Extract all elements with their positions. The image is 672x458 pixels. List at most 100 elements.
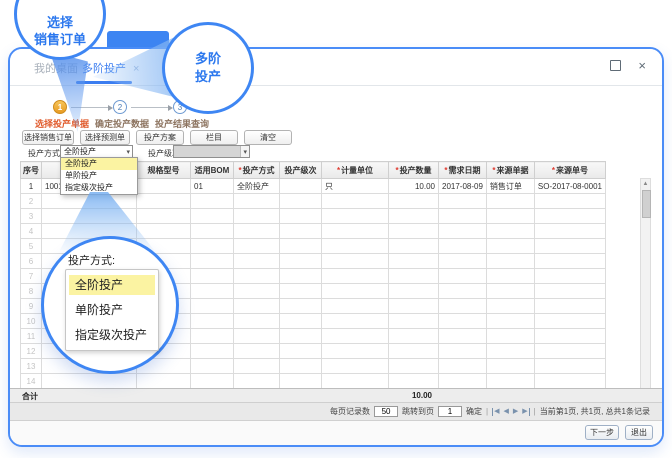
table-cell[interactable]	[534, 374, 605, 389]
table-cell[interactable]	[439, 254, 487, 269]
window-close-icon[interactable]: ×	[638, 61, 646, 71]
select-sales-order-button[interactable]: 选择销售订单	[22, 130, 74, 145]
table-cell[interactable]	[486, 329, 534, 344]
maximize-icon[interactable]	[610, 60, 621, 71]
table-cell[interactable]	[280, 344, 322, 359]
per-page-input[interactable]	[374, 406, 398, 417]
table-cell[interactable]: 10.00	[389, 179, 439, 194]
dropdown-option-single-stage[interactable]: 单阶投产	[61, 170, 137, 182]
table-cell[interactable]	[389, 239, 439, 254]
table-cell[interactable]	[234, 224, 280, 239]
table-cell[interactable]	[389, 254, 439, 269]
table-cell[interactable]	[486, 344, 534, 359]
table-cell[interactable]	[439, 224, 487, 239]
exit-button[interactable]: 退出	[625, 425, 653, 440]
table-cell[interactable]	[389, 194, 439, 209]
column-header[interactable]: *需求日期	[439, 162, 487, 179]
table-cell[interactable]	[439, 269, 487, 284]
table-cell[interactable]	[234, 254, 280, 269]
table-cell[interactable]	[137, 224, 191, 239]
table-cell[interactable]	[42, 374, 137, 389]
table-cell[interactable]: SO-2017-08-0001	[534, 179, 605, 194]
table-cell[interactable]	[137, 209, 191, 224]
table-cell[interactable]	[280, 239, 322, 254]
table-cell[interactable]	[191, 239, 234, 254]
table-cell[interactable]	[389, 374, 439, 389]
table-cell[interactable]: 8	[21, 284, 42, 299]
table-row-empty[interactable]: 14	[21, 374, 606, 389]
table-cell[interactable]	[534, 239, 605, 254]
table-cell[interactable]: 1	[21, 179, 42, 194]
table-cell[interactable]: 销售订单	[486, 179, 534, 194]
table-cell[interactable]	[191, 254, 234, 269]
table-cell[interactable]	[486, 194, 534, 209]
table-cell[interactable]	[486, 299, 534, 314]
wizard-step-2-circle[interactable]: 2	[113, 100, 127, 114]
table-cell[interactable]	[389, 269, 439, 284]
table-cell[interactable]	[322, 284, 389, 299]
table-cell[interactable]	[439, 374, 487, 389]
scroll-up-icon[interactable]: ▲	[641, 179, 650, 189]
table-cell[interactable]	[486, 254, 534, 269]
table-cell[interactable]: 13	[21, 359, 42, 374]
table-cell[interactable]	[534, 299, 605, 314]
table-cell[interactable]	[486, 239, 534, 254]
table-cell[interactable]	[439, 284, 487, 299]
table-cell[interactable]	[280, 359, 322, 374]
table-cell[interactable]	[280, 224, 322, 239]
table-cell[interactable]	[534, 224, 605, 239]
table-cell[interactable]	[234, 299, 280, 314]
wizard-step-1-label[interactable]: 选择投产单据	[31, 117, 93, 130]
table-cell[interactable]	[234, 344, 280, 359]
table-cell[interactable]	[234, 239, 280, 254]
table-cell[interactable]	[534, 359, 605, 374]
dropdown-option-full-stage[interactable]: 全阶投产	[61, 158, 137, 170]
table-scrollbar[interactable]: ▲ ▼	[640, 178, 651, 403]
table-cell[interactable]	[389, 209, 439, 224]
table-cell[interactable]	[322, 359, 389, 374]
table-cell[interactable]	[234, 329, 280, 344]
table-cell[interactable]	[439, 239, 487, 254]
table-cell[interactable]	[486, 224, 534, 239]
table-cell[interactable]	[534, 194, 605, 209]
table-cell[interactable]	[534, 269, 605, 284]
table-cell[interactable]	[280, 374, 322, 389]
table-cell[interactable]	[486, 374, 534, 389]
table-cell[interactable]	[439, 299, 487, 314]
table-cell[interactable]	[439, 344, 487, 359]
goto-page-input[interactable]	[438, 406, 462, 417]
table-cell[interactable]	[280, 299, 322, 314]
table-cell[interactable]	[234, 314, 280, 329]
table-cell[interactable]	[439, 314, 487, 329]
table-cell[interactable]: 5	[21, 239, 42, 254]
table-cell[interactable]	[191, 299, 234, 314]
table-cell[interactable]: 全阶投产	[234, 179, 280, 194]
table-cell[interactable]	[389, 359, 439, 374]
wizard-step-2-label[interactable]: 确定投产数据	[91, 117, 153, 130]
table-cell[interactable]: 12	[21, 344, 42, 359]
table-cell[interactable]	[234, 194, 280, 209]
table-cell[interactable]	[486, 284, 534, 299]
table-cell[interactable]	[234, 284, 280, 299]
table-cell[interactable]	[137, 194, 191, 209]
table-cell[interactable]	[191, 269, 234, 284]
table-cell[interactable]: 6	[21, 254, 42, 269]
column-header[interactable]: 规格型号	[137, 162, 191, 179]
table-cell[interactable]	[389, 284, 439, 299]
column-header[interactable]: *来源单据	[486, 162, 534, 179]
table-cell[interactable]	[534, 284, 605, 299]
clear-button[interactable]: 清空	[244, 130, 292, 145]
table-cell[interactable]	[322, 254, 389, 269]
table-cell[interactable]: 11	[21, 329, 42, 344]
table-cell[interactable]	[191, 284, 234, 299]
table-cell[interactable]: 7	[21, 269, 42, 284]
table-cell[interactable]: 10	[21, 314, 42, 329]
column-header[interactable]: 适用BOM	[191, 162, 234, 179]
table-cell[interactable]	[191, 374, 234, 389]
table-cell[interactable]	[534, 344, 605, 359]
table-cell[interactable]: 14	[21, 374, 42, 389]
column-header[interactable]: *投产方式	[234, 162, 280, 179]
table-cell[interactable]	[191, 194, 234, 209]
table-cell[interactable]	[191, 344, 234, 359]
table-cell[interactable]	[191, 224, 234, 239]
